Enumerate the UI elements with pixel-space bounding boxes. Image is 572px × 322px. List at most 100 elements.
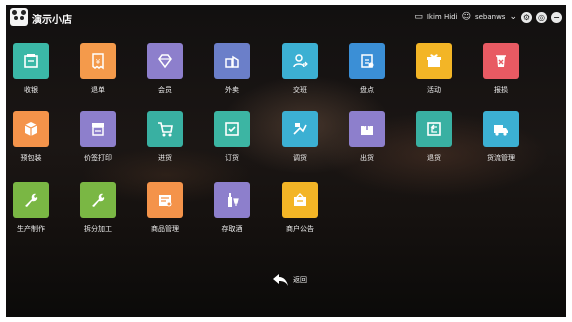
tile-truck[interactable]: 货流管理 [469,111,533,171]
tile-label: 生产制作 [17,225,45,233]
goods-icon [159,195,172,207]
user-icon[interactable]: ☺ [462,12,471,22]
tile-transfer[interactable]: 调货 [268,111,332,171]
top-bar: 演示小店 ▭ Ikim Hidi ☺ sebanws ⌄ ⚙ ◎ − [6,5,566,29]
tile-label: 会员 [158,86,172,94]
tile-icon-box [13,43,49,79]
chevron-down-icon[interactable]: ⌄ [509,12,517,22]
tile-gift[interactable]: 活动 [402,43,466,103]
gift-icon [427,54,441,67]
tile-label: 商户公告 [286,225,314,233]
tile-notice[interactable]: 商户公告 [268,182,332,242]
tile-label: 收银 [24,86,38,94]
notice-icon [294,193,306,206]
wine-icon [228,193,239,207]
tile-wine[interactable]: 存取酒 [200,182,264,242]
tile-order-check[interactable]: 订货 [200,111,264,171]
tile-label: 商品管理 [151,225,179,233]
tile-icon-box [483,111,519,147]
tile-label: 拆分加工 [84,225,112,233]
stocktake-icon [361,54,374,68]
tile-icon-box: ¥ [80,43,116,79]
tile-label: 进货 [158,154,172,162]
tile-cash-register[interactable]: 收银 [6,43,63,103]
header-info-text: Ikim Hidi [426,13,458,21]
tile-label: 出货 [360,154,374,162]
tile-icon-box [416,43,452,79]
tile-label: 交班 [293,86,307,94]
tile-stocktake[interactable]: 盘点 [335,43,399,103]
delivery-icon [225,55,239,68]
cart-icon [158,122,173,137]
settings-icon[interactable]: ⚙ [521,11,532,23]
tile-printer[interactable]: 价签打印 [66,111,130,171]
tile-cart[interactable]: 进货 [133,111,197,171]
back-label: 返回 [293,276,307,284]
shop-name: 演示小店 [32,15,72,26]
user-area: ▭ Ikim Hidi ☺ sebanws ⌄ ⚙ ◎ − [414,9,562,25]
cash-register-icon [24,54,38,68]
order-check-icon [225,122,239,136]
tile-outbound[interactable]: 出货 [335,111,399,171]
tile-label: 存取酒 [221,225,243,233]
tile-label: 订货 [225,154,239,162]
diamond-icon [158,54,172,69]
power-icon[interactable]: − [551,11,562,23]
tile-icon-box [214,182,250,218]
panda-logo [10,8,28,26]
info-icon[interactable]: ◎ [536,11,547,23]
tile-icon-box [282,111,318,147]
truck-icon [494,125,508,136]
printer-icon [92,123,104,136]
tile-label: 价签打印 [84,154,112,162]
tile-icon-box [214,111,250,147]
tile-icon-box [349,43,385,79]
tile-handover[interactable]: 交班 [268,43,332,103]
tile-label: 退单 [91,86,105,94]
tile-damage[interactable]: 报损 [469,43,533,103]
tile-icon-box [13,111,49,147]
back-arrow-icon [273,274,288,286]
tile-icon-box [282,182,318,218]
damage-icon [496,55,506,67]
user-name[interactable]: sebanws [475,13,506,21]
tile-icon-box [13,182,49,218]
receipt-icon: ¥ [92,53,104,70]
tile-package[interactable]: 预包装 [6,111,63,171]
tile-label: 外卖 [225,86,239,94]
svg-text:¥: ¥ [96,58,101,66]
tile-label: 报损 [494,86,508,94]
tile-icon-box [483,43,519,79]
tile-label: 盘点 [360,86,374,94]
wrench-icon [92,193,105,207]
tile-label: 货流管理 [487,154,515,162]
outbound-icon [361,121,373,135]
monitor-icon[interactable]: ▭ [414,12,423,22]
transfer-icon [293,123,307,135]
tile-icon-box [147,111,183,147]
tile-delivery[interactable]: 外卖 [200,43,264,103]
tile-wrench[interactable]: 生产制作 [6,182,63,242]
package-icon [24,122,38,136]
tile-icon-box [80,111,116,147]
tile-icon-box [282,43,318,79]
tile-return[interactable]: 退货 [402,111,466,171]
tile-diamond[interactable]: 会员 [133,43,197,103]
back-button[interactable]: 返回 [272,271,307,289]
tile-icon-box [147,182,183,218]
app-screen: 演示小店 ▭ Ikim Hidi ☺ sebanws ⌄ ⚙ ◎ − 收银 ¥ 退单… [6,5,566,317]
tile-label: 活动 [427,86,441,94]
tile-icon-box [416,111,452,147]
handover-icon [293,54,308,68]
tile-wrench[interactable]: 拆分加工 [66,182,130,242]
tile-label: 预包装 [20,154,42,162]
tile-label: 退货 [427,154,441,162]
return-icon [427,122,441,136]
tile-icon-box [349,111,385,147]
tile-receipt[interactable]: ¥ 退单 [66,43,130,103]
wrench-icon [25,193,38,207]
tile-goods[interactable]: 商品管理 [133,182,197,242]
tile-icon-box [80,182,116,218]
tile-label: 调货 [293,154,307,162]
tile-icon-box [214,43,250,79]
